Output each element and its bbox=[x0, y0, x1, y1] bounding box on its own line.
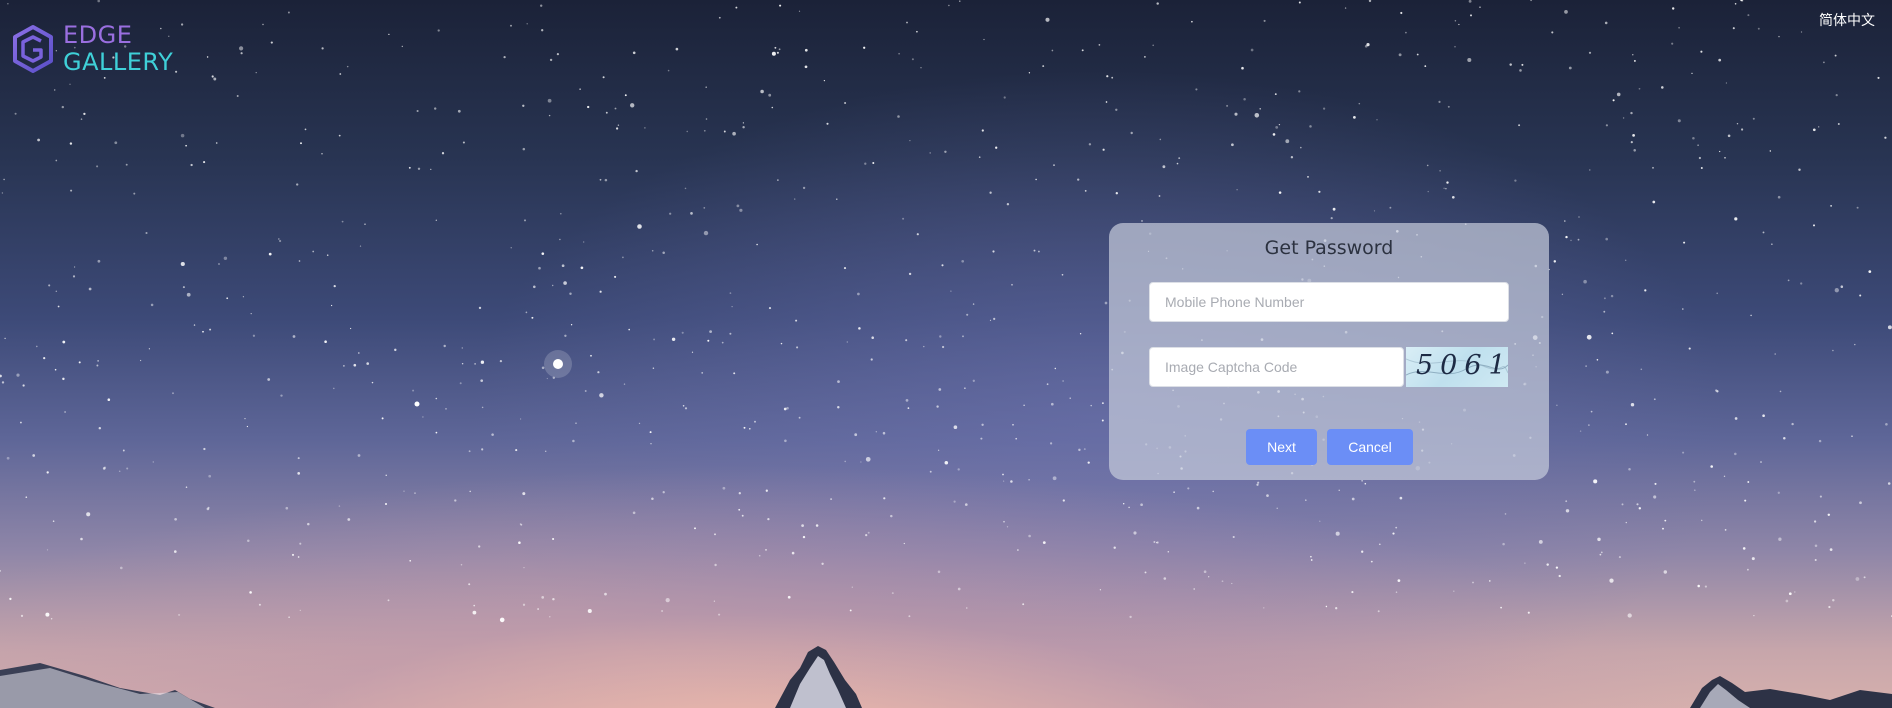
mobile-phone-input[interactable] bbox=[1149, 282, 1509, 322]
captcha-image[interactable]: 5061 bbox=[1406, 347, 1508, 387]
language-switch[interactable]: 简体中文 bbox=[1819, 10, 1875, 30]
captcha-code-input[interactable] bbox=[1149, 347, 1404, 387]
card-title: Get Password bbox=[1264, 237, 1394, 259]
mountain-silhouette bbox=[0, 646, 1892, 708]
captcha-text: 5061 bbox=[1416, 350, 1508, 381]
page-background: EDGE GALLERY 简体中文 Get Password 5061 Next… bbox=[0, 0, 1892, 708]
logo-text-edge: EDGE bbox=[63, 21, 133, 49]
next-button[interactable]: Next bbox=[1246, 429, 1317, 465]
logo-text-gallery: GALLERY bbox=[63, 48, 174, 76]
edge-gallery-logo[interactable]: EDGE GALLERY bbox=[11, 22, 173, 76]
logo-text: EDGE GALLERY bbox=[63, 22, 173, 76]
get-password-card: Get Password 5061 Next Cancel bbox=[1109, 223, 1549, 480]
cancel-button[interactable]: Cancel bbox=[1327, 429, 1413, 465]
cube-logo-icon bbox=[11, 24, 55, 74]
